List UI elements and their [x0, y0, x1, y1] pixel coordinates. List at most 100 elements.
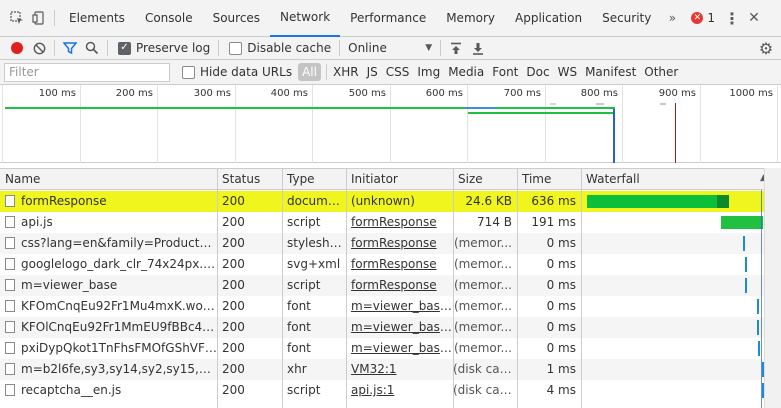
table-row[interactable]: formResponse 200 document (unknown) 24.6… [0, 191, 781, 212]
hide-data-urls-checkbox[interactable]: Hide data URLs [182, 65, 292, 79]
request-initiator-link[interactable]: formResponse [346, 233, 453, 254]
table-row[interactable]: recaptcha__en.js 200 script api.js:1 (di… [0, 380, 781, 401]
column-header-name[interactable]: Name [0, 169, 217, 189]
filter-manifest[interactable]: Manifest [581, 65, 640, 79]
dropdown-arrow-icon: ▼ [425, 43, 433, 53]
throttling-value: Online [348, 41, 387, 55]
column-header-type[interactable]: Type [282, 169, 346, 189]
tab-elements[interactable]: Elements [59, 0, 135, 37]
import-har-icon[interactable] [445, 37, 467, 59]
filter-img[interactable]: Img [413, 65, 444, 79]
filter-input[interactable]: Filter [4, 62, 170, 82]
device-toolbar-icon[interactable] [28, 7, 50, 29]
tab-console[interactable]: Console [135, 0, 203, 37]
network-overview-timeline[interactable]: 100 ms 200 ms 300 ms 400 ms 500 ms 600 m… [0, 85, 781, 181]
filter-ws[interactable]: WS [554, 65, 581, 79]
table-row[interactable]: googlelogo_dark_clr_74x24px.svg 200 svg+… [0, 254, 781, 275]
request-size: (memor... [453, 341, 512, 355]
request-status: 200 [222, 320, 245, 334]
filter-icon[interactable] [59, 37, 81, 59]
filter-font[interactable]: Font [488, 65, 522, 79]
column-header-status[interactable]: Status [217, 169, 282, 189]
request-time: 0 ms [546, 236, 576, 250]
filter-xhr[interactable]: XHR [329, 65, 363, 79]
request-time: 0 ms [546, 320, 576, 334]
column-header-initiator[interactable]: Initiator [346, 169, 453, 189]
timeline-gridline [545, 85, 546, 163]
disable-cache-checkbox[interactable]: Disable cache [229, 41, 331, 55]
table-row[interactable]: m=b2l6fe,sy3,sy14,sy2,sy15,sy16,s... 200… [0, 359, 781, 380]
filter-doc[interactable]: Doc [522, 65, 553, 79]
table-row[interactable]: pxiDypQkot1TnFhsFMOfGShVF9e... 200 font … [0, 338, 781, 359]
clear-icon[interactable] [28, 37, 50, 59]
request-size: (disk cac... [453, 383, 517, 397]
request-name: pxiDypQkot1TnFhsFMOfGShVF9e... [21, 341, 217, 355]
disable-cache-label: Disable cache [247, 41, 332, 55]
request-time: 191 ms [531, 215, 576, 229]
record-icon[interactable] [6, 37, 28, 59]
column-divider[interactable] [581, 168, 582, 408]
request-initiator-link[interactable]: formResponse [346, 275, 453, 296]
column-divider[interactable] [217, 168, 218, 408]
error-count-badge[interactable]: ✕ 1 [691, 11, 715, 25]
timeline-gridline [700, 85, 701, 163]
request-initiator-link[interactable]: m=viewer_base:... [346, 296, 453, 317]
request-size: (disk cac... [453, 362, 517, 376]
request-name: api.js [21, 215, 53, 229]
request-initiator-link[interactable]: formResponse [346, 212, 453, 233]
request-initiator-link[interactable]: m=viewer_base:... [346, 338, 453, 359]
column-divider[interactable] [517, 168, 518, 408]
request-status: 200 [222, 299, 245, 313]
table-scrollbar[interactable] [764, 168, 781, 408]
filter-other[interactable]: Other [640, 65, 682, 79]
preserve-log-checkbox[interactable]: ✓ Preserve log [118, 41, 210, 55]
filter-all[interactable]: All [298, 63, 321, 81]
tab-memory[interactable]: Memory [436, 0, 505, 37]
filter-css[interactable]: CSS [382, 65, 414, 79]
export-har-icon[interactable] [467, 37, 489, 59]
timeline-gridline [235, 85, 236, 163]
request-status: 200 [222, 257, 245, 271]
table-row[interactable]: KFOlCnqEu92Fr1MmEU9fBBc4.wo... 200 font … [0, 317, 781, 338]
close-icon[interactable]: ✕ [743, 7, 765, 29]
divider [54, 40, 55, 56]
divider [440, 40, 442, 56]
column-divider[interactable] [346, 168, 347, 408]
column-header-waterfall[interactable]: Waterfall [581, 169, 761, 189]
table-row[interactable]: KFOmCnqEu92Fr1Mu4mxK.woff2 200 font m=vi… [0, 296, 781, 317]
overview-bar-script [468, 112, 614, 114]
request-status: 200 [222, 215, 245, 229]
tab-application[interactable]: Application [505, 0, 592, 37]
throttling-select[interactable]: Online ▼ [348, 41, 432, 55]
request-type: font [287, 341, 311, 355]
request-initiator-link[interactable]: api.js:1 [346, 380, 453, 401]
tab-security[interactable]: Security [592, 0, 661, 37]
request-status: 200 [222, 341, 245, 355]
request-initiator-link[interactable]: VM32:1 [346, 359, 453, 380]
request-initiator-link[interactable]: m=viewer_base:... [346, 317, 453, 338]
waterfall-dom-content-loaded-line [761, 190, 762, 408]
network-toolbar: ✓ Preserve log Disable cache Online ▼ ⚙ [0, 37, 781, 60]
waterfall-bar [745, 278, 747, 293]
column-divider[interactable] [282, 168, 283, 408]
request-initiator-link[interactable]: formResponse [346, 254, 453, 275]
tab-performance[interactable]: Performance [340, 0, 436, 37]
filter-js[interactable]: JS [363, 65, 382, 79]
tab-network[interactable]: Network [270, 0, 341, 37]
tab-sources[interactable]: Sources [203, 0, 270, 37]
settings-gear-icon[interactable]: ⚙ [755, 37, 777, 59]
request-name: formResponse [21, 194, 107, 208]
table-row[interactable]: m=viewer_base 200 script formResponse (m… [0, 275, 781, 296]
table-row[interactable]: css?lang=en&family=Product+Sa... 200 sty… [0, 233, 781, 254]
column-divider[interactable] [453, 168, 454, 408]
more-options-icon[interactable]: ⋮ [721, 7, 743, 29]
more-tabs-icon[interactable]: » [661, 7, 683, 29]
timeline-tick-label: 1000 ms [729, 88, 773, 99]
column-header-size[interactable]: Size [453, 169, 517, 189]
table-row[interactable]: api.js 200 script formResponse 714 B 191… [0, 212, 781, 233]
requests-table: Name Status Type Initiator Size Time Wat… [0, 168, 781, 408]
search-icon[interactable] [81, 37, 103, 59]
filter-media[interactable]: Media [444, 65, 488, 79]
column-header-time[interactable]: Time [517, 169, 581, 189]
inspect-element-icon[interactable] [6, 7, 28, 29]
